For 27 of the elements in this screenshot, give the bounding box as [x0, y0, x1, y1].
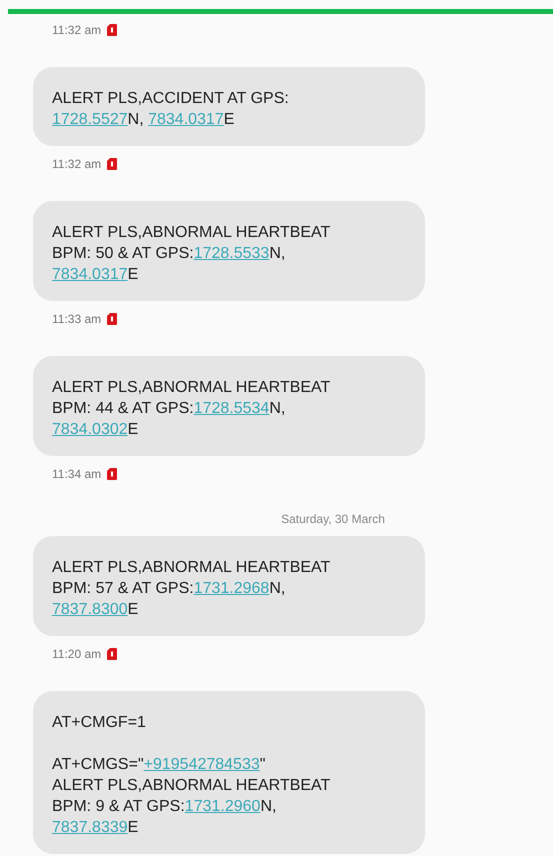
message-link[interactable]: 7837.8300	[52, 601, 128, 618]
message-link[interactable]: 7837.8339	[52, 819, 128, 836]
message-time: 11:32 am	[52, 23, 102, 37]
sim-card-icon	[107, 648, 118, 660]
sim-card-icon	[107, 313, 118, 325]
sim-card-icon	[107, 468, 118, 480]
message-link[interactable]: 1731.2968	[194, 580, 270, 597]
message-text: AT+CMGF=1 AT+CMGS="+919542784533" ALERT PLS,ABNORMAL HEARTBEAT BPM: 9 & AT GPS:1731.2960N, 7837.8339E	[52, 713, 332, 838]
message-text: ALERT PLS,ACCIDENT AT GPS: 1728.5527N, 7834.0317E	[52, 89, 290, 130]
message-link[interactable]: 1731.2960	[184, 798, 260, 815]
message-link[interactable]: 7834.0317	[52, 266, 128, 283]
date-separator: Saturday, 30 March	[281, 512, 385, 526]
message-text: ALERT PLS,ABNORMAL HEARTBEAT BPM: 44 & AT GPS:1728.5534N, 7834.0302E	[52, 378, 332, 440]
message-link[interactable]: 1728.5533	[194, 245, 270, 262]
message-time: 11:32 am	[52, 157, 102, 171]
message-time: 11:34 am	[52, 467, 102, 481]
message-time: 11:20 am	[52, 647, 102, 661]
sim-card-icon	[107, 24, 118, 36]
message-text: ALERT PLS,ABNORMAL HEARTBEAT BPM: 50 & AT GPS:1728.5533N, 7834.0317E	[52, 223, 332, 285]
message-link[interactable]: 1728.5527	[52, 111, 128, 128]
message-text: ALERT PLS,ABNORMAL HEARTBEAT BPM: 57 & AT GPS:1731.2968N, 7837.8300E	[52, 558, 332, 620]
message-link[interactable]: 7834.0317	[148, 111, 224, 128]
message-link[interactable]: 7834.0302	[52, 421, 128, 438]
sim-card-icon	[107, 158, 118, 170]
message-link[interactable]: 1728.5534	[194, 400, 270, 417]
message-time: 11:33 am	[52, 312, 102, 326]
message-link[interactable]: +919542784533	[144, 756, 260, 773]
